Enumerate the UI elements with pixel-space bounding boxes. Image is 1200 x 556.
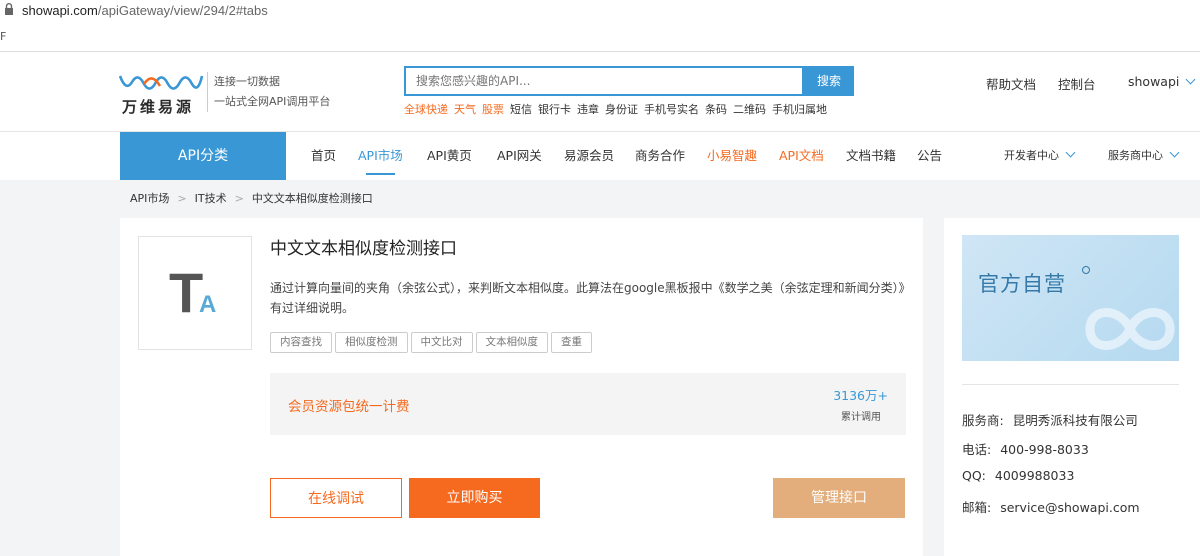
email-label: 邮箱: [962, 500, 992, 515]
breadcrumb-separator: > [177, 192, 187, 205]
provider-name[interactable]: 昆明秀派科技有限公司 [1013, 413, 1138, 428]
hotword-item[interactable]: 短信 [510, 103, 532, 116]
nav-item-xiaoyi[interactable]: 小易智趣 [707, 132, 757, 180]
search-input[interactable] [406, 68, 802, 94]
hotword-item[interactable]: 银行卡 [538, 103, 571, 116]
console-link[interactable]: 控制台 [1058, 74, 1096, 93]
nav-item-api-yellow-pages[interactable]: API黄页 [427, 132, 472, 180]
lock-icon [5, 3, 13, 15]
main-nav: API分类 首页 API市场 API黄页 API网关 易源会员 商务合作 小易智… [0, 132, 1200, 180]
qq-number: 4009988033 [994, 468, 1075, 483]
api-description: 通过计算向量间的夹角（余弦公式），来判断文本相似度。此算法在google黑板报中… [270, 281, 905, 315]
hotword-item[interactable]: 全球快递 [404, 103, 448, 116]
hot-search-words: 全球快递 天气 股票 短信 银行卡 违章 身份证 手机号实名 条码 二维码 手机归属地 [404, 101, 833, 117]
nav-item-home[interactable]: 首页 [311, 132, 336, 180]
api-tags: 内容查找 相似度检测 中文比对 文本相似度 查重 [270, 330, 595, 353]
help-docs-link[interactable]: 帮助文档 [986, 74, 1036, 93]
developer-center-label: 开发者中心 [1004, 149, 1059, 162]
call-count-label: 累计调用 [841, 412, 881, 423]
chevron-down-icon [1169, 147, 1180, 158]
qq-label: QQ: [962, 468, 986, 483]
provider-center-dropdown[interactable]: 服务商中心 [1108, 132, 1180, 180]
site-logo[interactable]: 万维易源 [118, 72, 208, 116]
developer-center-dropdown[interactable]: 开发者中心 [1004, 132, 1076, 180]
breadcrumb-current: 中文文本相似度检测接口 [251, 192, 373, 205]
nav-item-api-gateway[interactable]: API网关 [497, 132, 542, 180]
tag-duplicate-check[interactable]: 查重 [551, 332, 592, 353]
breadcrumb-separator: > [234, 192, 244, 205]
logo-slogan: 连接一切数据 一站式全网API调用平台 [207, 72, 330, 112]
browser-address-bar[interactable]: showapi.com/apiGateway/view/294/2#tabs [0, 0, 1200, 22]
api-logo: T A [138, 236, 252, 350]
search-button[interactable]: 搜索 [804, 66, 854, 96]
email-address[interactable]: service@showapi.com [1000, 500, 1139, 515]
banner-dot-icon [1082, 266, 1090, 274]
search-box [404, 66, 804, 96]
site-header: 万维易源 连接一切数据 一站式全网API调用平台 搜索 全球快递天气股票短信银行… [0, 52, 1200, 132]
bookmark-item[interactable]: F [0, 30, 6, 43]
nav-item-api-market[interactable]: API市场 [358, 132, 403, 180]
email-row: 邮箱: service@showapi.com [962, 497, 1140, 516]
hotword-item[interactable]: 股票 [482, 103, 504, 116]
phone-row: 电话: 400-998-8033 [962, 439, 1089, 458]
tag-text-similarity[interactable]: 文本相似度 [475, 332, 548, 353]
tag-chinese-compare[interactable]: 中文比对 [410, 332, 473, 353]
api-detail-card: T A 中文文本相似度检测接口 通过计算向量间的夹角（余弦公式），来判断文本相似… [120, 218, 923, 556]
api-logo-letter-a: A [199, 291, 217, 318]
chevron-down-icon [1185, 74, 1196, 85]
api-title: 中文文本相似度检测接口 [270, 239, 457, 259]
phone-number: 400-998-8033 [1000, 442, 1089, 457]
nav-item-announcements[interactable]: 公告 [917, 132, 942, 180]
url-text[interactable]: showapi.com/apiGateway/view/294/2#tabs [22, 3, 268, 18]
slogan-line-1: 连接一切数据 [214, 75, 280, 88]
infinity-icon [1085, 308, 1175, 350]
online-test-button[interactable]: 在线调试 [270, 478, 402, 518]
nav-item-membership[interactable]: 易源会员 [564, 132, 614, 180]
sidebar-divider [962, 384, 1179, 385]
slogan-line-2: 一站式全网API调用平台 [214, 95, 331, 108]
provider-sidebar: 官方自营 服务商: 昆明秀派科技有限公司 电话: 400-998-8033 QQ: 4… [944, 218, 1200, 556]
hotword-item[interactable]: 天气 [454, 103, 476, 116]
call-count: 3136万+ [833, 388, 888, 403]
buy-now-button[interactable]: 立即购买 [409, 478, 540, 518]
hotword-item[interactable]: 手机归属地 [772, 103, 827, 116]
username: showapi [1128, 74, 1180, 89]
nav-item-books[interactable]: 文档书籍 [846, 132, 896, 180]
chevron-down-icon [1065, 147, 1076, 158]
provider-center-label: 服务商中心 [1108, 149, 1163, 162]
hotword-item[interactable]: 条码 [705, 103, 727, 116]
brand-name: 万维易源 [122, 98, 195, 116]
qq-row: QQ: 4009988033 [962, 468, 1074, 483]
nav-item-api-docs[interactable]: API文档 [779, 132, 824, 180]
provider-row: 服务商: 昆明秀派科技有限公司 [962, 410, 1138, 429]
official-banner[interactable]: 官方自营 [962, 235, 1179, 361]
phone-label: 电话: [962, 442, 992, 457]
hotword-item[interactable]: 二维码 [733, 103, 766, 116]
manage-api-button[interactable]: 管理接口 [773, 478, 905, 518]
breadcrumb-api-market[interactable]: API市场 [130, 192, 169, 205]
breadcrumb-it-tech[interactable]: IT技术 [195, 192, 227, 205]
hotword-item[interactable]: 身份证 [605, 103, 638, 116]
pricing-panel: 会员资源包统一计费 3136万+ 累计调用 [270, 373, 906, 435]
breadcrumb: API市场 > IT技术 > 中文文本相似度检测接口 [130, 190, 373, 206]
bookmarks-bar: F [0, 22, 1200, 52]
pricing-text: 会员资源包统一计费 [288, 399, 410, 415]
banner-text: 官方自营 [978, 272, 1066, 296]
nav-item-business[interactable]: 商务合作 [635, 132, 685, 180]
hotword-item[interactable]: 手机号实名 [644, 103, 699, 116]
hotword-item[interactable]: 违章 [577, 103, 599, 116]
provider-label: 服务商: [962, 413, 1004, 428]
user-menu[interactable]: showapi [1128, 74, 1196, 89]
tag-similarity-detection[interactable]: 相似度检测 [335, 332, 408, 353]
api-category-button[interactable]: API分类 [120, 132, 286, 180]
tag-content-search[interactable]: 内容查找 [270, 332, 332, 353]
logo-wave-icon [118, 75, 204, 90]
